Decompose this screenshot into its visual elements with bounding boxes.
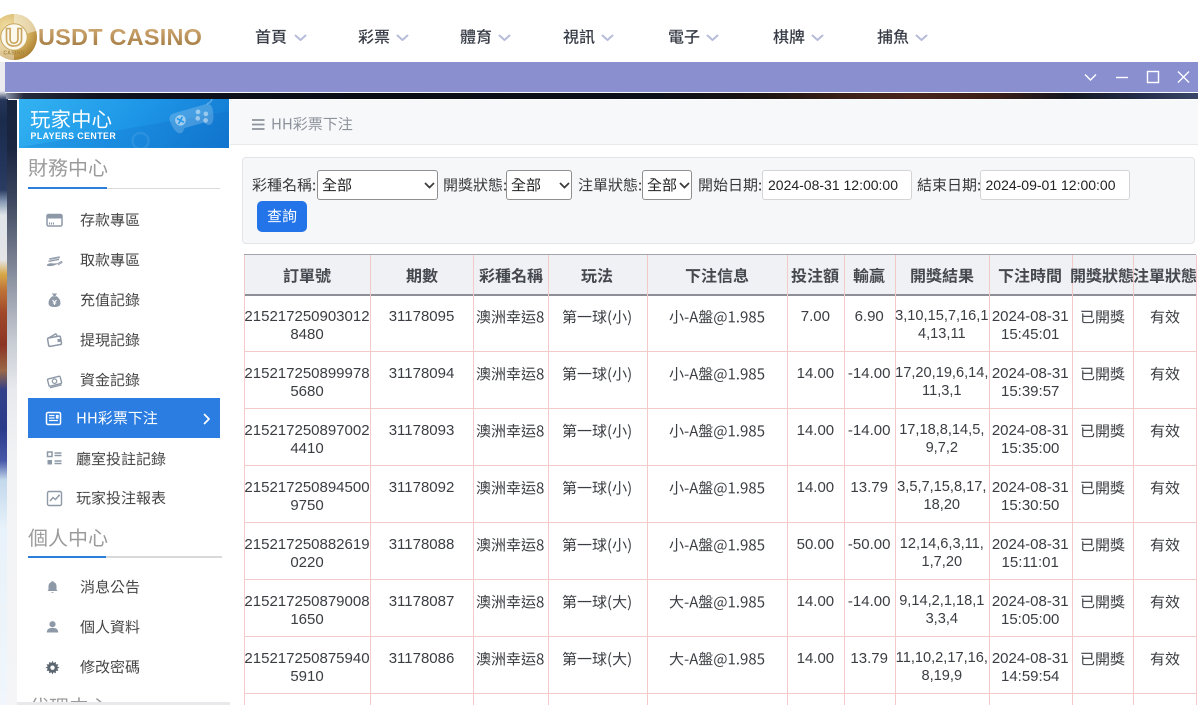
svg-text:U: U [5,24,23,52]
svg-text:CASINO: CASINO [3,51,24,57]
